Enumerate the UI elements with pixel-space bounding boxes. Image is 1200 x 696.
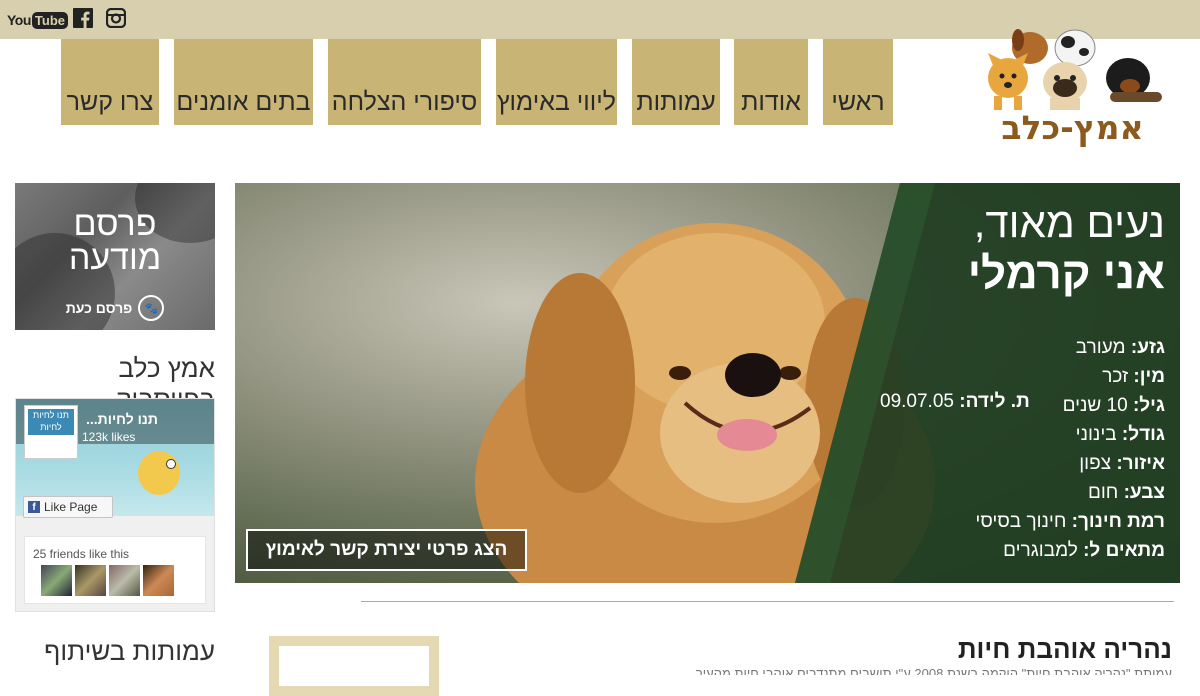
attr-value: מעורב [1075,337,1126,358]
attr-value: צפון [1079,453,1112,474]
attr-birth-date: ת. לידה: 09.07.05 [880,391,1030,413]
attr-value: למבוגרים [1003,540,1078,561]
article-image [279,646,429,686]
nav-label: אודות [741,88,801,116]
ad-title-line2: מודעה [68,239,162,277]
content-divider [361,601,1174,602]
like-button-label: Like Page [44,500,98,514]
attr-suitable-for: מתאים ל: למבוגרים [845,536,1165,565]
nav-label: עמותות [636,88,716,116]
attr-value: 09.07.05 [880,391,954,412]
attr-label: מתאים ל: [1083,540,1165,561]
paw-icon: 🐾 [138,295,165,321]
facebook-like-button[interactable]: f Like Page [23,496,113,518]
thumbnail-text-line2: לחיות [40,422,62,432]
attr-size: גודל: בינוני [845,420,1165,449]
facebook-icon-svg [73,8,93,28]
nav-label: צרו קשר [66,88,154,116]
dog-attributes: גזע: מעורב מין: זכר גיל: 10 שנים גודל: ב… [845,333,1165,565]
friends-like-text: 25 friends like this [33,547,130,561]
nav-label: סיפורי הצלחה [331,88,478,116]
thumbnail-text-line1: תנו לחיות [33,410,69,420]
attr-color: צבע: חום [845,478,1165,507]
nav-adoption-support[interactable]: ליווי באימוץ [496,39,617,125]
attr-label: מין: [1133,366,1165,387]
nav-label: ראשי [831,88,885,116]
facebook-likes-count: 123k likes [82,430,136,444]
facebook-page-name[interactable]: תנו לחיות... [86,411,158,427]
article-snippet: עמותת "נהריה אוהבת חיות" הוקמה בשנת 2008… [695,666,1172,675]
facebook-icon[interactable] [73,8,93,28]
attr-value: זכר [1102,366,1129,387]
ad-title: פרסם מודעה [15,207,215,275]
friend-avatar[interactable] [109,565,140,596]
nav-associations[interactable]: עמותות [632,39,720,125]
friend-avatar[interactable] [143,565,174,596]
nav-home[interactable]: ראשי [823,39,893,125]
instagram-icon-svg [106,8,126,28]
facebook-friends-box: 25 friends like this [24,536,206,604]
attr-label: רמת חינוך: [1071,511,1165,532]
attr-label: גודל: [1121,424,1165,445]
show-adoption-contact-button[interactable]: הצג פרטי יצירת קשר לאימוץ [246,529,527,571]
logo-text: אמץ-כלב [1001,108,1144,147]
instagram-icon[interactable] [106,8,126,28]
attr-label: גיל: [1132,395,1165,416]
bird-illustration [138,451,180,495]
nav-success-stories[interactable]: סיפורי הצלחה [328,39,481,125]
youtube-icon[interactable]: You Tube [7,10,68,30]
partners-section-heading: עמותות בשיתוף [44,636,215,666]
hero-headline: נעים מאוד, אני קרמלי [845,198,1165,300]
youtube-you-text: You [7,12,31,28]
friend-avatar[interactable] [75,565,106,596]
ad-cta-text: פרסם כעת [65,300,133,316]
facebook-icon: f [28,501,40,513]
nav-foster-homes[interactable]: בתים אומנים [174,39,313,125]
facebook-page-widget: תנו לחיות לחיות תנו לחיות... 123k likes … [15,398,215,612]
nav-contact[interactable]: צרו קשר [61,39,159,125]
attr-value: בינוני [1075,424,1117,445]
attr-breed: גזע: מעורב [845,333,1165,362]
attr-value: חום [1087,482,1119,503]
ad-title-line1: פרסם [73,205,157,243]
thumbnail-logo: תנו לחיות לחיות [28,409,74,435]
youtube-tube-text: Tube [31,11,68,29]
friend-avatar[interactable] [41,565,72,596]
nav-about[interactable]: אודות [734,39,808,125]
attr-value: 10 שנים [1062,395,1128,416]
attr-label: צבע: [1123,482,1165,503]
dogs-logo-illustration [988,29,1162,110]
attr-region: איזור: צפון [845,449,1165,478]
nav-label: ליווי באימוץ [496,88,617,116]
attr-value: חינוך בסיסי [975,511,1067,532]
attr-label: איזור: [1116,453,1165,474]
facebook-page-thumbnail[interactable]: תנו לחיות לחיות [24,405,78,459]
featured-dog-hero: נעים מאוד, אני קרמלי גזע: מעורב מין: זכר… [235,183,1180,583]
attr-label: גזע: [1130,337,1165,358]
ad-cta[interactable]: 🐾 פרסם כעת [15,295,215,321]
attr-sex: מין: זכר [845,362,1165,391]
nav-label: בתים אומנים [176,88,311,116]
article-title[interactable]: נהריה אוהבת חיות [700,634,1172,665]
site-logo[interactable]: אמץ-כלב [980,18,1165,148]
attr-training: רמת חינוך: חינוך בסיסי [845,507,1165,536]
hero-dog-name: אני קרמלי [967,249,1165,298]
hero-greeting: נעים מאוד, [973,199,1165,246]
attr-label: ת. לידה: [959,391,1030,412]
bird-eye [166,459,176,469]
advertise-banner[interactable]: פרסם מודעה 🐾 פרסם כעת [15,183,215,330]
